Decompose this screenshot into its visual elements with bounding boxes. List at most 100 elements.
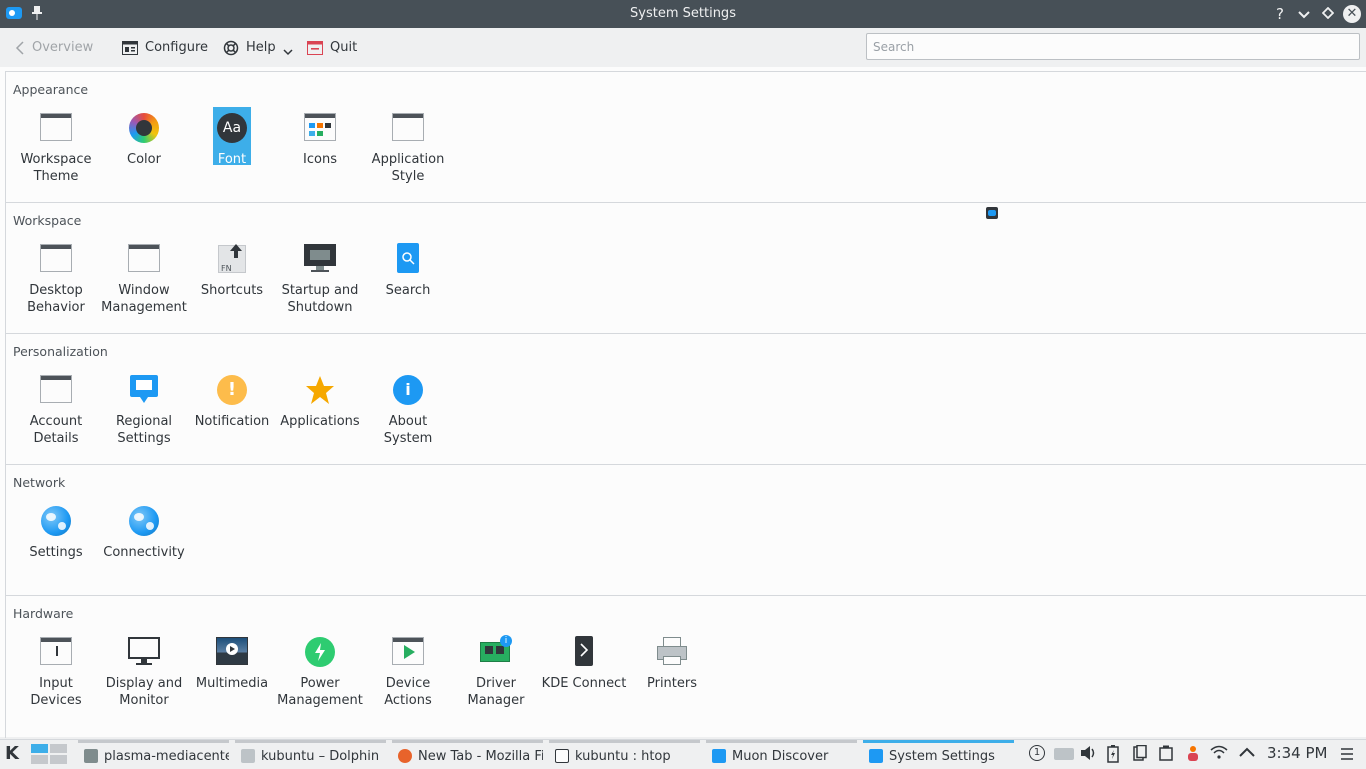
application-style-icon [390, 110, 426, 146]
item-label: Window Management [101, 283, 187, 315]
task-label: kubuntu : htop [575, 748, 671, 764]
item-label: Icons [303, 152, 337, 167]
item-desktop-behavior[interactable]: Desktop Behavior [12, 241, 100, 316]
item-regional-settings[interactable]: Regional Settings [100, 372, 188, 447]
driver-manager-icon: i [478, 634, 514, 670]
clock[interactable]: 3:34 PM [1267, 744, 1327, 762]
kde-launcher-icon[interactable]: K [5, 744, 25, 764]
workspace-theme-icon [38, 110, 74, 146]
item-window-management[interactable]: Window Management [100, 241, 188, 316]
item-shortcuts[interactable]: FN Shortcuts [188, 241, 276, 299]
chevron-up-icon[interactable] [1238, 745, 1256, 763]
account-details-icon [38, 372, 74, 408]
task-label: Muon Discover [732, 748, 829, 764]
item-display-monitor[interactable]: Display and Monitor [100, 634, 188, 709]
item-label: Regional Settings [115, 414, 173, 446]
lifebuoy-icon [223, 40, 239, 55]
user-icon[interactable] [1186, 745, 1200, 763]
item-label: Desktop Behavior [27, 283, 85, 315]
printers-icon [654, 634, 690, 670]
item-notification[interactable]: ! Notification [188, 372, 276, 430]
item-printers[interactable]: Printers [628, 634, 716, 692]
task-system-settings[interactable]: System Settings [863, 740, 1014, 769]
volume-icon[interactable] [1080, 745, 1098, 763]
item-label: Multimedia [195, 676, 269, 691]
clipboard-icon[interactable] [1133, 744, 1147, 763]
plasma-mediacenter-icon [84, 749, 98, 763]
task-firefox[interactable]: New Tab - Mozilla Fi [392, 740, 543, 769]
hamburger-menu-icon[interactable] [1340, 747, 1354, 761]
close-button[interactable]: ✕ [1343, 5, 1361, 23]
task-muon-discover[interactable]: Muon Discover [706, 740, 857, 769]
color-icon [126, 110, 162, 146]
section-appearance: Appearance Workspace Theme Color Aa Font [5, 71, 1366, 203]
item-connectivity[interactable]: Connectivity [100, 503, 188, 561]
terminal-icon [555, 749, 569, 763]
item-driver-manager[interactable]: i Driver Manager [452, 634, 540, 709]
section-title: Hardware [13, 606, 74, 621]
task-label: System Settings [889, 748, 995, 764]
desktop-behavior-icon [38, 241, 74, 277]
item-startup-shutdown[interactable]: Startup and Shutdown [276, 241, 364, 316]
item-label: Settings [29, 545, 83, 560]
quit-button[interactable]: Quit [307, 28, 357, 67]
window-management-icon [126, 241, 162, 277]
item-kde-connect[interactable]: KDE Connect [540, 634, 628, 692]
item-input-devices[interactable]: Input Devices [12, 634, 100, 709]
minimize-button[interactable] [1294, 4, 1314, 24]
overview-button[interactable]: Overview [15, 28, 93, 67]
title-bar[interactable]: System Settings ? ✕ [0, 0, 1366, 28]
help-button[interactable]: Help [223, 28, 293, 67]
device-actions-icon [390, 634, 426, 670]
task-dolphin[interactable]: kubuntu – Dolphin [235, 740, 386, 769]
task-plasma-mediacenter[interactable]: plasma-mediacenter [78, 740, 229, 769]
item-workspace-theme[interactable]: Workspace Theme [12, 110, 100, 185]
regional-settings-icon [126, 372, 162, 408]
task-label: kubuntu – Dolphin [261, 748, 380, 764]
item-icons[interactable]: Icons [276, 110, 364, 168]
item-color[interactable]: Color [100, 110, 188, 168]
item-search[interactable]: Search [364, 241, 452, 299]
item-label: Display and Monitor [105, 676, 183, 708]
configure-label: Configure [145, 40, 209, 55]
firefox-icon [398, 749, 412, 763]
notifications-icon[interactable]: 1 [1029, 745, 1045, 761]
kde-connect-icon [566, 634, 602, 670]
power-management-icon [302, 634, 338, 670]
diamond-icon [1321, 6, 1335, 20]
item-label: Printers [646, 676, 698, 691]
help-label: Help [246, 40, 276, 55]
chevron-down-icon [283, 49, 293, 56]
item-account-details[interactable]: Account Details [12, 372, 100, 447]
overview-label: Overview [32, 40, 94, 55]
item-power-management[interactable]: Power Management [276, 634, 364, 709]
item-font[interactable]: Aa Font [188, 110, 276, 168]
pager[interactable] [31, 744, 69, 764]
item-about-system[interactable]: i About System [364, 372, 452, 447]
item-label: Shortcuts [200, 283, 264, 298]
wifi-icon[interactable] [1210, 745, 1228, 763]
item-applications[interactable]: Applications [276, 372, 364, 430]
notifications-count: 1 [1033, 747, 1041, 758]
item-label: Applications [280, 414, 360, 429]
section-title: Workspace [13, 213, 82, 228]
task-htop[interactable]: kubuntu : htop [549, 740, 700, 769]
item-label: Device Actions [384, 676, 432, 708]
multimedia-icon [214, 634, 250, 670]
item-network-settings[interactable]: Settings [12, 503, 100, 561]
item-device-actions[interactable]: Device Actions [364, 634, 452, 709]
search-input[interactable] [866, 33, 1360, 60]
item-application-style[interactable]: Application Style [364, 110, 452, 185]
item-label: Connectivity [103, 545, 185, 560]
help-question-icon[interactable]: ? [1270, 4, 1290, 24]
device-notifier-icon[interactable] [1159, 745, 1173, 763]
keyboard-icon[interactable] [1054, 748, 1074, 760]
item-multimedia[interactable]: Multimedia [188, 634, 276, 692]
connectivity-icon [126, 503, 162, 539]
section-title: Network [13, 475, 66, 490]
section-title: Personalization [13, 344, 108, 359]
configure-button[interactable]: Configure [122, 28, 208, 67]
maximize-button[interactable] [1318, 4, 1338, 24]
taskbar: K plasma-mediacenter kubuntu – Dolphin N… [0, 739, 1366, 769]
battery-icon[interactable] [1106, 745, 1120, 763]
